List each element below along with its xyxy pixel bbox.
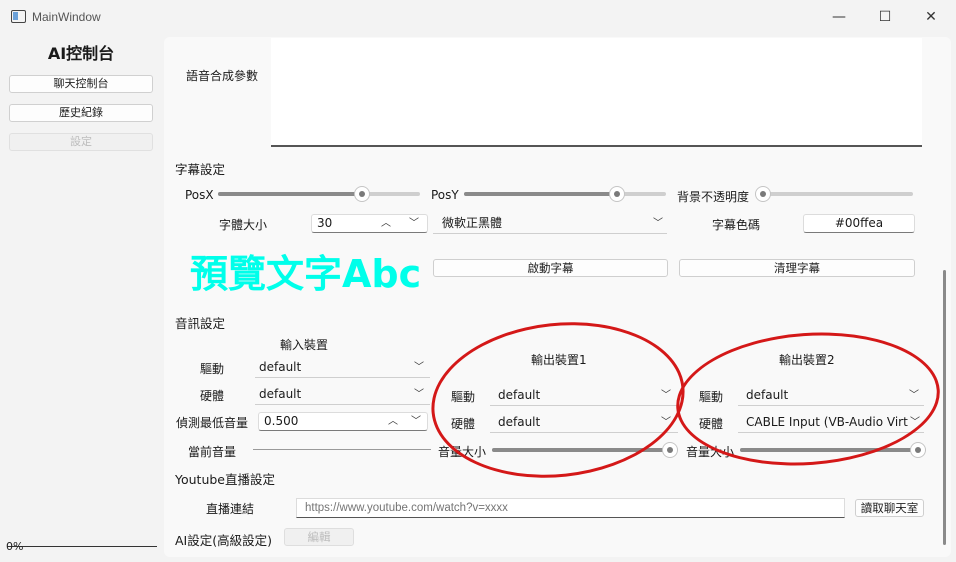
posx-label: PosX (185, 188, 214, 202)
app-window-icon (11, 10, 26, 23)
font-family-combobox[interactable]: 微軟正黑體 (440, 214, 650, 234)
minimize-button[interactable]: — (825, 6, 853, 30)
posx-slider[interactable] (218, 185, 420, 203)
font-size-value: 30 (317, 216, 333, 230)
posy-slider[interactable] (464, 185, 666, 203)
input-driver-label: 驅動 (200, 362, 225, 376)
close-button[interactable]: ✕ (917, 6, 945, 30)
font-family-underline (433, 233, 667, 234)
progress-text: 0% (6, 540, 24, 553)
read-chat-button[interactable]: 讀取聊天室 (855, 499, 924, 517)
live-link-input[interactable] (296, 498, 845, 518)
chevron-down-icon[interactable]: ﹀ (413, 362, 425, 374)
posx-slider-fill (218, 192, 365, 196)
input-device-header: 輸入裝置 (280, 338, 329, 352)
window-title: MainWindow (32, 10, 101, 24)
tts-params-label: 語音合成參數 (186, 69, 259, 83)
chevron-up-icon[interactable]: ︿ (387, 416, 399, 428)
tts-params-textarea[interactable] (271, 38, 922, 147)
chevron-down-icon[interactable]: ﹀ (408, 218, 420, 230)
bg-opacity-slider[interactable] (755, 185, 913, 203)
start-subtitle-button[interactable]: 啟動字幕 (433, 259, 668, 277)
posx-slider-thumb[interactable] (354, 186, 370, 202)
posy-slider-fill (464, 192, 622, 196)
chevron-up-icon[interactable]: ︿ (380, 218, 392, 230)
chevron-down-icon[interactable]: ﹀ (413, 389, 425, 401)
input-driver-underline (255, 377, 430, 378)
output1-volume-thumb[interactable] (662, 442, 678, 458)
title-bar (0, 0, 956, 36)
clear-subtitle-button[interactable]: 清理字幕 (679, 259, 915, 277)
posy-slider-thumb[interactable] (609, 186, 625, 202)
audio-section-title: 音訊設定 (175, 316, 226, 331)
subtitle-color-label: 字幕色碼 (712, 218, 761, 232)
font-size-label: 字體大小 (219, 218, 268, 232)
nav-history-button[interactable]: 歷史紀錄 (9, 104, 153, 122)
scrollbar[interactable] (943, 270, 946, 545)
input-hardware-label: 硬體 (200, 389, 225, 403)
current-volume-label: 當前音量 (188, 445, 237, 459)
ai-advanced-button[interactable]: 編輯 (284, 528, 354, 546)
youtube-section-title: Youtube直播設定 (175, 472, 275, 487)
ai-section-title: AI設定(高級設定) (175, 533, 272, 548)
nav-settings-button[interactable]: 設定 (9, 133, 153, 151)
subtitle-preview-text: 預覽文字Abc (190, 252, 422, 296)
bg-opacity-slider-thumb[interactable] (755, 186, 771, 202)
min-volume-spinbox[interactable]: 0.500 (258, 412, 428, 431)
chevron-down-icon[interactable]: ﹀ (410, 416, 422, 428)
input-hardware-underline (255, 404, 430, 405)
current-volume-meter (253, 449, 431, 450)
maximize-button[interactable]: ☐ (871, 6, 899, 30)
sidebar-title: AI控制台 (47, 44, 115, 63)
subtitle-section-title: 字幕設定 (175, 162, 226, 177)
input-driver-combobox[interactable]: default (257, 358, 407, 378)
min-volume-value: 0.500 (264, 414, 299, 428)
nav-chat-console-button[interactable]: 聊天控制台 (9, 75, 153, 93)
progress-bar (7, 546, 157, 547)
min-volume-label: 偵測最低音量 (176, 416, 249, 430)
bg-opacity-label: 背景不透明度 (677, 190, 750, 204)
output2-volume-thumb[interactable] (910, 442, 926, 458)
live-link-label: 直播連結 (206, 502, 255, 516)
posy-label: PosY (431, 188, 459, 202)
input-hardware-combobox[interactable]: default (257, 385, 407, 405)
chevron-down-icon[interactable]: ﹀ (652, 218, 664, 230)
bg-opacity-slider-track (755, 192, 913, 196)
subtitle-color-input[interactable]: #00ffea (803, 214, 915, 233)
